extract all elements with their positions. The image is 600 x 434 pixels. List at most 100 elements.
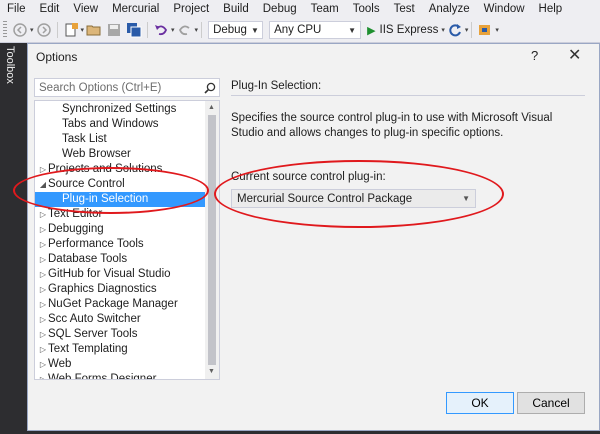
expand-arrow-icon[interactable]: ▷ xyxy=(38,222,48,237)
menu-test[interactable]: Test xyxy=(387,3,422,15)
panel-divider xyxy=(231,95,585,96)
tree-item-label: Web Forms Designer xyxy=(48,373,157,380)
tree-item-label: SQL Server Tools xyxy=(48,328,138,340)
expand-arrow-icon[interactable]: ▷ xyxy=(38,237,48,252)
toolbar-separator xyxy=(201,22,203,38)
close-icon[interactable]: ✕ xyxy=(568,45,581,65)
tree-item-web-browser[interactable]: Web Browser xyxy=(35,147,206,162)
forward-icon[interactable] xyxy=(36,22,52,38)
tree-item-synchronized-settings[interactable]: Synchronized Settings xyxy=(35,102,206,117)
search-options-input[interactable] xyxy=(34,78,220,97)
tree-item-scc-auto-switcher[interactable]: ▷ Scc Auto Switcher xyxy=(35,312,206,327)
tree-item-label: Graphics Diagnostics xyxy=(48,283,157,295)
tree-item-debugging[interactable]: ▷ Debugging xyxy=(35,222,206,237)
new-project-dropdown-icon[interactable]: ▾ xyxy=(81,21,85,39)
menu-view[interactable]: View xyxy=(66,3,105,15)
redo-dropdown-icon[interactable]: ▾ xyxy=(195,21,199,39)
tree-item-sql-server-tools[interactable]: ▷ SQL Server Tools xyxy=(35,327,206,342)
tree-item-text-templating[interactable]: ▷ Text Templating xyxy=(35,342,206,357)
expand-arrow-icon[interactable]: ▷ xyxy=(38,297,48,312)
panel-description: Specifies the source control plug-in to … xyxy=(231,112,553,139)
save-all-icon[interactable] xyxy=(126,22,142,38)
start-debugging-label: IIS Express xyxy=(379,24,439,36)
tree-item-task-list[interactable]: Task List xyxy=(35,132,206,147)
play-icon: ▶ xyxy=(367,24,376,37)
save-icon[interactable] xyxy=(106,22,122,38)
scroll-down-icon[interactable]: ▼ xyxy=(208,368,215,375)
tree-item-label: Task List xyxy=(62,133,107,145)
menu-tools[interactable]: Tools xyxy=(346,3,387,15)
solution-platform-select[interactable]: Any CPU ▼ xyxy=(269,21,362,39)
solution-configuration-select[interactable]: Debug ▼ xyxy=(208,21,264,39)
refresh-dropdown-icon[interactable]: ▾ xyxy=(465,21,469,39)
search-icon[interactable] xyxy=(204,82,216,94)
open-file-icon[interactable] xyxy=(86,22,102,38)
tree-item-github-for-visual-studio[interactable]: ▷ GitHub for Visual Studio xyxy=(35,267,206,282)
ok-button[interactable]: OK xyxy=(446,392,514,414)
help-button[interactable]: ? xyxy=(531,48,538,63)
tree-item-nuget-package-manager[interactable]: ▷ NuGet Package Manager xyxy=(35,297,206,312)
chevron-down-icon: ▼ xyxy=(250,25,259,35)
tree-item-tabs-and-windows[interactable]: Tabs and Windows xyxy=(35,117,206,132)
tree-item-label: Web xyxy=(48,358,72,370)
menu-help[interactable]: Help xyxy=(532,3,570,15)
menu-team[interactable]: Team xyxy=(304,3,346,15)
tree-item-web-forms-designer[interactable]: ▷ Web Forms Designer xyxy=(35,372,206,380)
options-dialog: Options ? ✕ Synchronized Settings Tabs an… xyxy=(27,43,600,431)
tree-scrollbar[interactable]: ▲ ▼ xyxy=(205,101,219,379)
back-dropdown-icon[interactable]: ▾ xyxy=(30,21,34,39)
scroll-up-icon[interactable]: ▲ xyxy=(208,104,215,111)
expand-arrow-icon[interactable]: ▷ xyxy=(38,372,48,379)
tree-item-graphics-diagnostics[interactable]: ▷ Graphics Diagnostics xyxy=(35,282,206,297)
back-icon[interactable] xyxy=(12,22,28,38)
toolbox-tab[interactable]: Toolbox xyxy=(4,46,16,84)
extension-icon[interactable] xyxy=(477,22,493,38)
expand-arrow-icon[interactable]: ▷ xyxy=(38,267,48,282)
toolbar: ▾ ▾ ▾ ▾ Debug ▼ Any CPU ▼ ▶ IIS Express … xyxy=(0,18,600,43)
start-dropdown-icon[interactable]: ▾ xyxy=(441,21,445,39)
expand-arrow-icon[interactable]: ▷ xyxy=(38,327,48,342)
refresh-icon[interactable] xyxy=(447,22,463,38)
menu-debug[interactable]: Debug xyxy=(256,3,304,15)
new-project-icon[interactable] xyxy=(63,22,79,38)
expand-arrow-icon[interactable]: ▷ xyxy=(38,357,48,372)
toolbar-separator xyxy=(147,22,149,38)
tree-item-database-tools[interactable]: ▷ Database Tools xyxy=(35,252,206,267)
expand-arrow-icon[interactable]: ▷ xyxy=(38,282,48,297)
toolbar-separator xyxy=(471,22,473,38)
tree-item-label: Debugging xyxy=(48,223,104,235)
menu-file[interactable]: File xyxy=(0,3,33,15)
tree-item-label: GitHub for Visual Studio xyxy=(48,268,171,280)
chevron-down-icon: ▼ xyxy=(348,25,357,35)
expand-arrow-icon[interactable]: ▷ xyxy=(38,312,48,327)
expand-arrow-icon[interactable]: ▷ xyxy=(38,342,48,357)
undo-icon[interactable] xyxy=(153,22,169,38)
tree-item-label: Synchronized Settings xyxy=(62,103,177,115)
toolbar-overflow-icon[interactable]: ▾ xyxy=(495,21,499,39)
undo-dropdown-icon[interactable]: ▾ xyxy=(171,21,175,39)
expand-arrow-icon[interactable]: ▷ xyxy=(38,252,48,267)
annotation-ellipse-source-control xyxy=(13,167,209,214)
options-tree[interactable]: Synchronized Settings Tabs and Windows Tas… xyxy=(34,100,220,380)
panel-title: Plug-In Selection: xyxy=(231,80,322,92)
solution-configuration-value: Debug xyxy=(213,24,247,36)
menu-bar: File Edit View Mercurial Project Build Debug Te… xyxy=(0,0,600,18)
menu-edit[interactable]: Edit xyxy=(33,3,67,15)
toolbar-grip[interactable] xyxy=(3,21,7,39)
redo-icon[interactable] xyxy=(177,22,193,38)
tree-item-label: Web Browser xyxy=(62,148,131,160)
menu-project[interactable]: Project xyxy=(166,3,216,15)
menu-window[interactable]: Window xyxy=(477,3,532,15)
start-debugging-button[interactable]: ▶ IIS Express xyxy=(364,21,441,39)
menu-analyze[interactable]: Analyze xyxy=(422,3,477,15)
tree-item-label: Scc Auto Switcher xyxy=(48,313,141,325)
tree-scroll-thumb[interactable] xyxy=(208,115,216,365)
solution-platform-value: Any CPU xyxy=(274,24,322,36)
menu-build[interactable]: Build xyxy=(216,3,256,15)
tree-item-performance-tools[interactable]: ▷ Performance Tools xyxy=(35,237,206,252)
tree-item-label: Tabs and Windows xyxy=(62,118,159,130)
cancel-button[interactable]: Cancel xyxy=(517,392,585,414)
tree-item-web[interactable]: ▷ Web xyxy=(35,357,206,372)
menu-mercurial[interactable]: Mercurial xyxy=(105,3,166,15)
expand-arrow-icon[interactable]: ▷ xyxy=(38,207,48,222)
